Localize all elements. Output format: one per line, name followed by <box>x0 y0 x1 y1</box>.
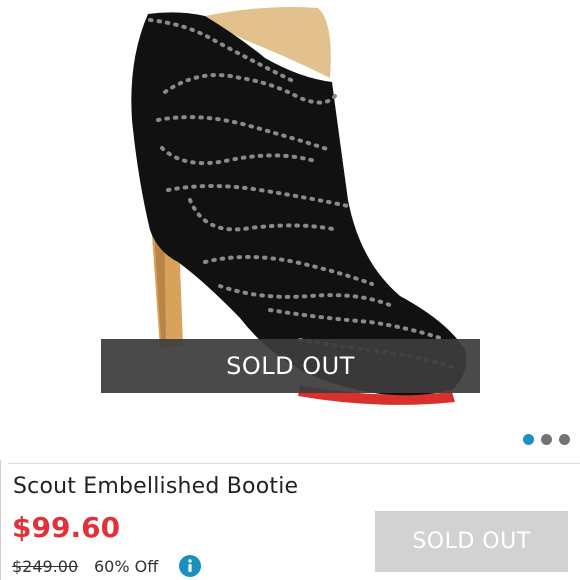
info-icon[interactable] <box>179 555 201 577</box>
discount-label: 60% Off <box>94 557 159 576</box>
carousel-dot-1[interactable] <box>523 434 534 445</box>
carousel-dot-2[interactable] <box>541 434 552 445</box>
carousel-pagination <box>523 434 570 446</box>
original-price: $249.00 <box>12 557 79 576</box>
product-title: Scout Embellished Bootie <box>13 474 299 499</box>
product-card: SOLD OUT Scout Embellished Bootie $99.60… <box>0 0 580 580</box>
product-image-carousel[interactable]: SOLD OUT <box>0 0 580 460</box>
sale-price: $99.60 <box>12 511 121 544</box>
carousel-dot-3[interactable] <box>559 434 570 445</box>
sold-out-button[interactable]: SOLD OUT <box>375 511 568 572</box>
section-divider <box>8 463 580 464</box>
sold-out-overlay: SOLD OUT <box>101 339 480 393</box>
